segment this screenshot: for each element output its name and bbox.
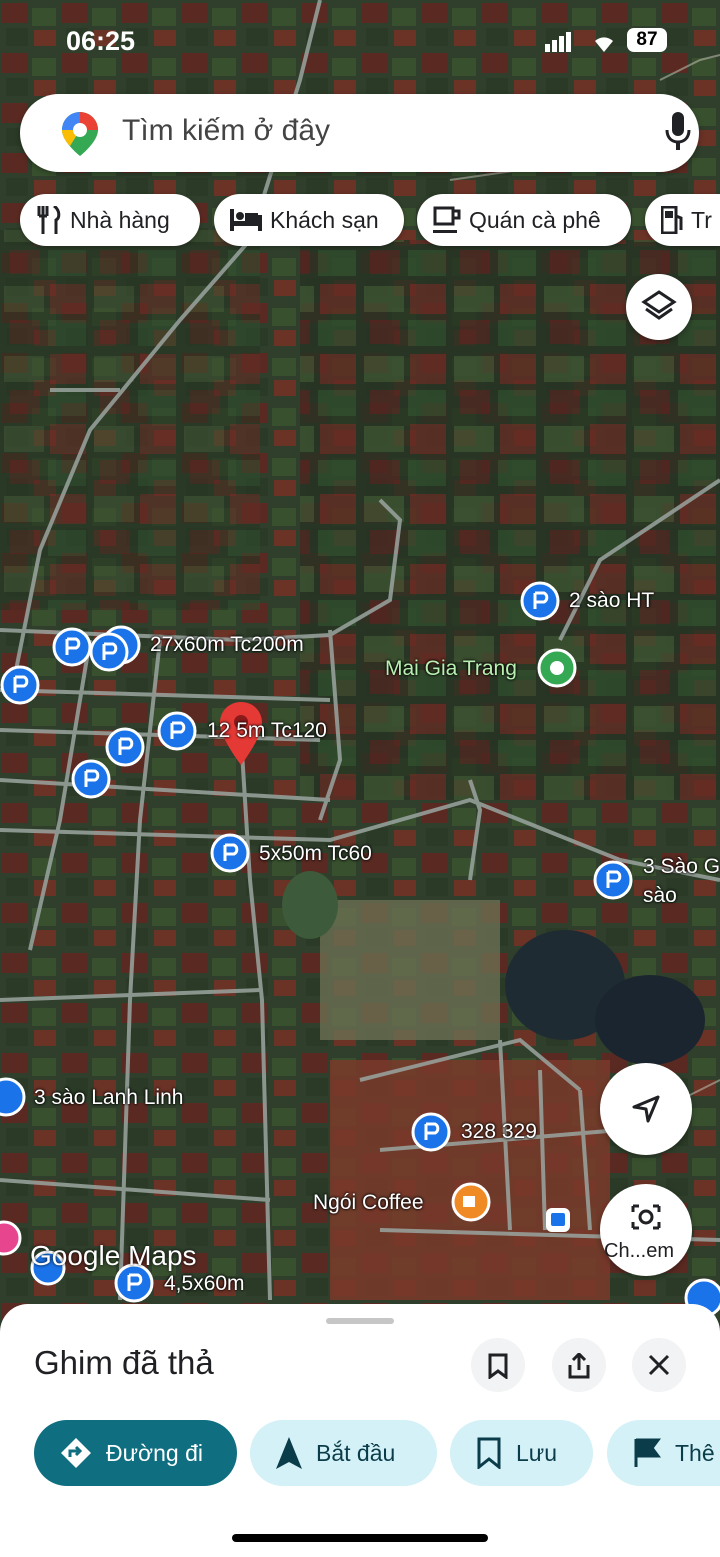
- navigation-arrow-icon: [632, 1095, 660, 1123]
- marker-label[interactable]: 2 sào HT: [569, 589, 654, 613]
- close-icon: [648, 1354, 670, 1376]
- start-navigation-button[interactable]: Bắt đầu: [250, 1420, 437, 1486]
- saved-place-marker[interactable]: [0, 665, 40, 705]
- marker-label[interactable]: 4,5x60m: [164, 1272, 245, 1296]
- save-button[interactable]: [471, 1338, 525, 1392]
- home-indicator: [232, 1534, 488, 1542]
- marker-label[interactable]: 3 Sào G: [643, 855, 720, 879]
- marker-label[interactable]: 5x50m Tc60: [259, 842, 372, 866]
- sheet-drag-handle[interactable]: [326, 1318, 394, 1324]
- close-button[interactable]: [632, 1338, 686, 1392]
- bus-stop-icon[interactable]: [546, 1208, 570, 1232]
- marker-label[interactable]: 12 5m Tc120: [207, 719, 327, 743]
- saved-place-marker[interactable]: [89, 632, 129, 672]
- directions-icon: [61, 1438, 91, 1468]
- saved-place-marker[interactable]: [520, 581, 560, 621]
- street-view-camera-button[interactable]: Ch...em: [600, 1184, 692, 1276]
- saved-place-marker[interactable]: [52, 627, 92, 667]
- google-maps-watermark: Google Maps: [30, 1240, 197, 1271]
- marker-label[interactable]: 328 329: [461, 1120, 537, 1144]
- camera-icon: [631, 1204, 661, 1230]
- saved-place-marker[interactable]: [411, 1112, 451, 1152]
- dropped-pin-sheet: Ghim đã thả Đường đi Bắt đầu Lưu Thê: [0, 1304, 720, 1557]
- saved-place-marker[interactable]: [210, 833, 250, 873]
- navigation-icon: [276, 1437, 302, 1469]
- my-location-button[interactable]: [600, 1063, 692, 1155]
- sheet-title: Ghim đã thả: [34, 1344, 214, 1381]
- directions-button[interactable]: Đường đi: [34, 1420, 237, 1486]
- more-label: Thê: [675, 1439, 715, 1466]
- park-marker-icon[interactable]: [537, 648, 577, 688]
- directions-label: Đường đi: [106, 1439, 203, 1466]
- camera-label: Ch...em: [604, 1240, 675, 1262]
- share-button[interactable]: [552, 1338, 606, 1392]
- saved-place-marker[interactable]: [105, 727, 145, 767]
- marker-label[interactable]: sào: [643, 884, 677, 908]
- save-label: Lưu: [516, 1439, 557, 1466]
- saved-place-marker[interactable]: [157, 711, 197, 751]
- share-icon: [568, 1353, 590, 1379]
- save-place-button[interactable]: Lưu: [450, 1420, 593, 1486]
- marker-label[interactable]: Mai Gia Trang: [385, 657, 517, 681]
- more-button[interactable]: Thê: [607, 1420, 720, 1486]
- cafe-marker-icon[interactable]: [451, 1182, 491, 1222]
- saved-place-marker[interactable]: [71, 759, 111, 799]
- marker-label[interactable]: Ngói Coffee: [313, 1191, 424, 1215]
- start-label: Bắt đầu: [316, 1439, 396, 1466]
- marker-label[interactable]: 3 sào Lanh Linh: [34, 1086, 183, 1110]
- marker-label[interactable]: 27x60m Tc200m: [150, 633, 304, 657]
- saved-place-marker[interactable]: [0, 1077, 26, 1117]
- bookmark-icon: [488, 1353, 508, 1379]
- saved-place-marker[interactable]: [593, 860, 633, 900]
- hotel-marker[interactable]: [0, 1220, 22, 1256]
- flag-icon: [634, 1438, 661, 1467]
- bookmark-icon: [477, 1437, 501, 1469]
